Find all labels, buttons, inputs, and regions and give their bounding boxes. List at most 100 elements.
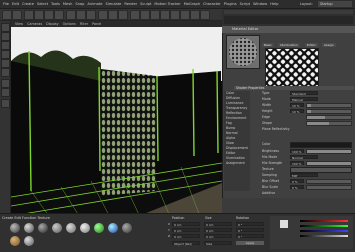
material-swatch[interactable] <box>38 223 48 233</box>
position-y-field[interactable]: 0 cm <box>172 228 200 233</box>
sculpt-icon[interactable] <box>1 99 10 108</box>
material-swatch[interactable] <box>66 223 76 233</box>
z-axis-icon[interactable] <box>86 10 96 20</box>
channel-item[interactable]: Color <box>226 91 234 95</box>
size-x-field[interactable]: 0 cm <box>204 222 232 227</box>
viewport-menu-item[interactable]: Options <box>63 21 76 27</box>
undo-icon[interactable] <box>2 10 12 20</box>
menu-item[interactable]: Snap <box>75 0 84 8</box>
prop-value[interactable]: Manual <box>290 97 318 102</box>
edges-mode-icon[interactable] <box>1 59 10 68</box>
prop-value[interactable]: MIP <box>290 173 318 178</box>
move-icon[interactable] <box>34 10 44 20</box>
menu-item[interactable]: Help <box>270 0 278 8</box>
material-swatch[interactable] <box>94 223 104 233</box>
select-icon[interactable] <box>24 10 34 20</box>
render-picture-icon[interactable] <box>108 10 118 20</box>
color-picker-swatch[interactable] <box>280 220 288 228</box>
prop-value[interactable]: 0 % <box>290 179 304 184</box>
size-y-field[interactable]: 0 cm <box>204 228 232 233</box>
material-menu-item[interactable]: Texture <box>38 216 50 220</box>
prop-value[interactable]: 100 % <box>290 161 304 166</box>
channel-item[interactable]: Glow <box>226 141 234 145</box>
array-icon[interactable] <box>160 10 170 20</box>
x-axis-icon[interactable] <box>66 10 76 20</box>
material-preview[interactable] <box>226 35 260 69</box>
prop-value[interactable]: 100 % <box>290 149 304 154</box>
material-swatch[interactable] <box>122 223 132 233</box>
viewport[interactable] <box>11 21 222 219</box>
material-swatch[interactable] <box>24 236 34 246</box>
material-swatch[interactable] <box>10 236 20 246</box>
channel-item[interactable]: Fog <box>226 121 232 125</box>
viewport-menu-item[interactable]: View <box>15 21 23 27</box>
blue-channel-slider[interactable] <box>300 230 348 232</box>
axis-mode-icon[interactable] <box>1 41 10 50</box>
menu-item[interactable]: Select <box>37 0 48 8</box>
material-menu-item[interactable]: Create <box>2 216 13 220</box>
channel-item[interactable]: Illumination <box>226 156 245 160</box>
channel-item[interactable]: Normal <box>226 131 238 135</box>
red-channel-slider[interactable] <box>300 220 348 222</box>
render-settings-icon[interactable] <box>118 10 128 20</box>
channel-item[interactable]: Assignment <box>226 161 245 165</box>
render-view-icon[interactable] <box>98 10 108 20</box>
size-mode-dropdown[interactable]: Size <box>204 241 232 246</box>
tab-editor[interactable]: Editor <box>305 43 318 47</box>
apply-button[interactable]: Apply <box>236 241 264 245</box>
nurbs-icon[interactable] <box>150 10 160 20</box>
scale-icon[interactable] <box>44 10 54 20</box>
texture-mode-icon[interactable] <box>1 32 10 41</box>
brightness-channel-slider[interactable] <box>300 235 348 237</box>
rotation-p-field[interactable]: 0 ° <box>236 228 264 233</box>
menu-item[interactable]: Plugins <box>224 0 237 8</box>
size-z-field[interactable]: 0 cm <box>204 234 232 239</box>
menu-item[interactable]: Character <box>203 0 221 8</box>
tab-basic[interactable]: Basic <box>262 43 274 47</box>
channel-item[interactable]: Luminance <box>226 101 243 105</box>
viewport-menu-item[interactable]: Panel <box>92 21 101 27</box>
position-x-field[interactable]: 0 cm <box>172 222 200 227</box>
cube-icon[interactable] <box>130 10 140 20</box>
channel-item[interactable]: Alpha <box>226 136 235 140</box>
channel-item[interactable]: Reflection <box>226 111 242 115</box>
viewport-menu-item[interactable]: Cameras <box>27 21 42 27</box>
prop-value[interactable]: Normal <box>290 155 318 160</box>
shape-slider[interactable] <box>306 121 352 126</box>
snap-icon[interactable] <box>1 79 10 88</box>
menu-item[interactable]: Edit <box>12 0 19 8</box>
channel-item[interactable]: Diffusion <box>226 96 240 100</box>
object-mode-dropdown[interactable]: Object (Rel) <box>172 241 200 246</box>
menu-item[interactable]: Motion Tracker <box>154 0 180 8</box>
texture-preview[interactable] <box>265 48 319 88</box>
menu-item[interactable]: Mesh <box>63 0 72 8</box>
edge-slider[interactable] <box>306 115 352 120</box>
workplane-icon[interactable] <box>1 88 10 97</box>
prop-value[interactable]: 10 % <box>290 109 304 114</box>
material-swatch[interactable] <box>80 223 90 233</box>
rotation-b-field[interactable]: 0 ° <box>236 234 264 239</box>
model-mode-icon[interactable] <box>1 23 10 32</box>
viewport-menu-item[interactable]: Display <box>46 21 59 27</box>
y-axis-icon[interactable] <box>76 10 86 20</box>
material-menu-item[interactable]: Edit <box>14 216 21 220</box>
tab-assign[interactable]: Assign <box>322 43 336 47</box>
menu-item[interactable]: Script <box>240 0 250 8</box>
channel-item[interactable]: Editor <box>226 151 235 155</box>
scene-icon[interactable] <box>180 10 190 20</box>
tab-illumination[interactable]: Illumination <box>278 43 300 47</box>
prop-value[interactable]: Standard <box>290 91 318 96</box>
material-swatch[interactable] <box>24 223 34 233</box>
camera-icon[interactable] <box>190 10 200 20</box>
menu-item[interactable]: Animate <box>87 0 102 8</box>
material-swatch[interactable] <box>10 223 20 233</box>
color-swatch[interactable] <box>290 142 352 148</box>
channel-item[interactable]: Environment <box>226 116 246 120</box>
menu-item[interactable]: Sculpt <box>140 0 151 8</box>
channel-item[interactable]: Displacement <box>226 146 248 150</box>
brightness-slider[interactable] <box>306 149 352 154</box>
material-swatch[interactable] <box>52 223 62 233</box>
green-channel-slider[interactable] <box>300 225 348 227</box>
prop-value[interactable]: 10 % <box>290 103 304 108</box>
menu-item[interactable]: Simulate <box>105 0 121 8</box>
